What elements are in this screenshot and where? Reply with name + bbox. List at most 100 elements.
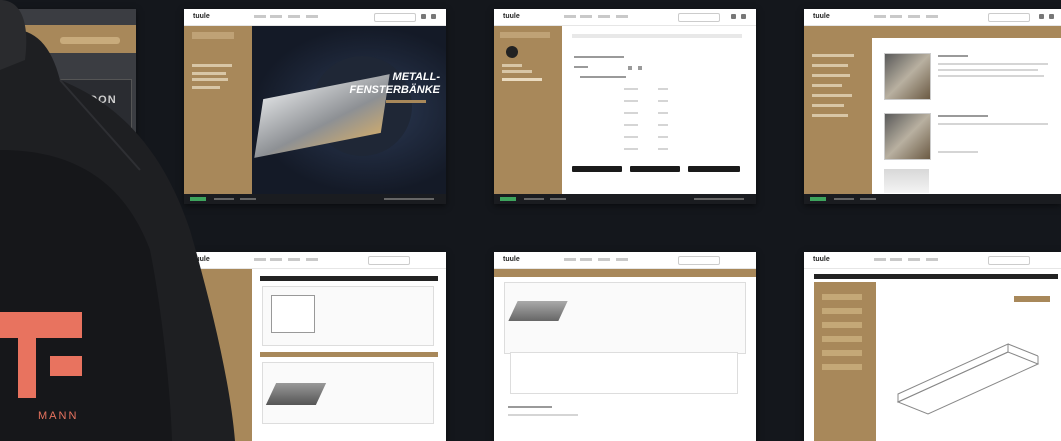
form-field-value bbox=[658, 100, 668, 102]
form-field-label bbox=[624, 124, 638, 126]
nav-item bbox=[270, 258, 282, 261]
sidebar-option bbox=[822, 350, 862, 356]
site-logo: tuule bbox=[813, 13, 830, 20]
nav-item bbox=[270, 15, 282, 18]
form-field-label bbox=[624, 88, 638, 90]
search-input bbox=[678, 256, 720, 265]
back-button[interactable] bbox=[572, 166, 622, 172]
sidebar-line bbox=[812, 114, 848, 117]
user-icon bbox=[421, 14, 426, 19]
footer-badge bbox=[500, 197, 516, 201]
site-header: tuule bbox=[804, 9, 1061, 26]
footer-line bbox=[860, 198, 876, 200]
logo-block bbox=[50, 356, 82, 376]
jacket-brand-text: MANN bbox=[38, 410, 79, 422]
nav-item bbox=[890, 15, 902, 18]
sidebar-line bbox=[812, 74, 850, 77]
sidebar-panel bbox=[494, 26, 562, 194]
form-field-value bbox=[658, 112, 668, 114]
form-area bbox=[562, 26, 756, 194]
jacket-logo: MANN bbox=[0, 312, 90, 422]
sidebar-option bbox=[822, 336, 862, 342]
sidebar-line bbox=[502, 70, 532, 73]
screenshot-card-form: tuule bbox=[494, 9, 756, 204]
form-field-label bbox=[624, 112, 638, 114]
jacket-hood bbox=[0, 0, 27, 70]
search-input bbox=[368, 256, 410, 265]
search-input bbox=[988, 256, 1030, 265]
nav-item bbox=[306, 15, 318, 18]
hero-image: METALL- FENSTERBÄNKE bbox=[252, 26, 446, 194]
logo-block bbox=[18, 338, 36, 398]
cart-icon bbox=[431, 14, 436, 19]
section-header bbox=[260, 352, 438, 357]
related-line bbox=[508, 414, 578, 416]
product-text bbox=[938, 123, 1048, 125]
nav-item bbox=[926, 258, 938, 261]
hero-title-line1: METALL- bbox=[392, 71, 440, 83]
action-button[interactable] bbox=[1014, 296, 1050, 302]
breadcrumb-band bbox=[872, 26, 1061, 38]
related-heading bbox=[508, 406, 552, 408]
footer-line bbox=[694, 198, 744, 200]
nav-item bbox=[874, 258, 886, 261]
sidebar-option bbox=[822, 364, 862, 370]
sidebar-option bbox=[822, 308, 862, 314]
product-thumbnail-faded bbox=[884, 169, 929, 193]
screenshot-card-product-detail: tuule bbox=[494, 252, 756, 441]
nav-item bbox=[890, 258, 902, 261]
section-header bbox=[260, 276, 438, 281]
user-icon bbox=[731, 14, 736, 19]
step-circle-icon bbox=[506, 46, 518, 58]
site-header: tuule bbox=[494, 252, 756, 269]
logo-block bbox=[0, 312, 82, 338]
nav-item bbox=[580, 258, 592, 261]
site-logo: tuule bbox=[503, 256, 520, 263]
search-input bbox=[678, 13, 720, 22]
product-image bbox=[508, 301, 568, 321]
product-drawing bbox=[271, 295, 315, 333]
form-field-value bbox=[658, 136, 668, 138]
product-thumbnail bbox=[884, 53, 931, 100]
nav-item bbox=[288, 15, 300, 18]
nav-item bbox=[306, 258, 318, 261]
sidebar-line bbox=[812, 104, 844, 107]
add-to-cart-button[interactable] bbox=[688, 166, 740, 172]
sidebar-option bbox=[822, 322, 862, 328]
nav-item bbox=[598, 258, 610, 261]
radio-option bbox=[628, 66, 632, 70]
product-text bbox=[938, 63, 1048, 65]
product-thumbnail bbox=[884, 113, 931, 160]
nav-item bbox=[616, 258, 628, 261]
sidebar-option bbox=[822, 294, 862, 300]
sidebar-line bbox=[812, 94, 852, 97]
nav-item bbox=[254, 258, 266, 261]
product-title bbox=[938, 115, 988, 117]
reset-button[interactable] bbox=[630, 166, 680, 172]
screenshot-card-product-list: tuule bbox=[804, 9, 1061, 204]
screenshot-card-technical-drawing: tuule bbox=[804, 252, 1061, 441]
form-field-value bbox=[658, 124, 668, 126]
footer-line bbox=[550, 198, 566, 200]
product-row bbox=[262, 362, 434, 424]
search-input bbox=[374, 13, 416, 22]
footer-badge bbox=[810, 197, 826, 201]
section-header bbox=[814, 274, 1058, 279]
product-row bbox=[262, 286, 434, 346]
user-icon bbox=[1039, 14, 1044, 19]
product-detail-box bbox=[504, 282, 746, 354]
sidebar-line bbox=[502, 64, 522, 67]
nav-item bbox=[926, 15, 938, 18]
form-field-label bbox=[624, 148, 638, 150]
form-field-label bbox=[624, 100, 638, 102]
nav-item bbox=[254, 15, 266, 18]
sidebar-line bbox=[812, 84, 842, 87]
form-heading bbox=[572, 34, 742, 38]
product-image bbox=[265, 383, 327, 405]
hero-title-line2: FENSTERBÄNKE bbox=[349, 84, 440, 96]
sidebar-tab bbox=[500, 32, 550, 38]
product-title bbox=[938, 55, 968, 57]
nav-item bbox=[874, 15, 886, 18]
specification-box bbox=[510, 352, 738, 394]
nav-item bbox=[564, 15, 576, 18]
